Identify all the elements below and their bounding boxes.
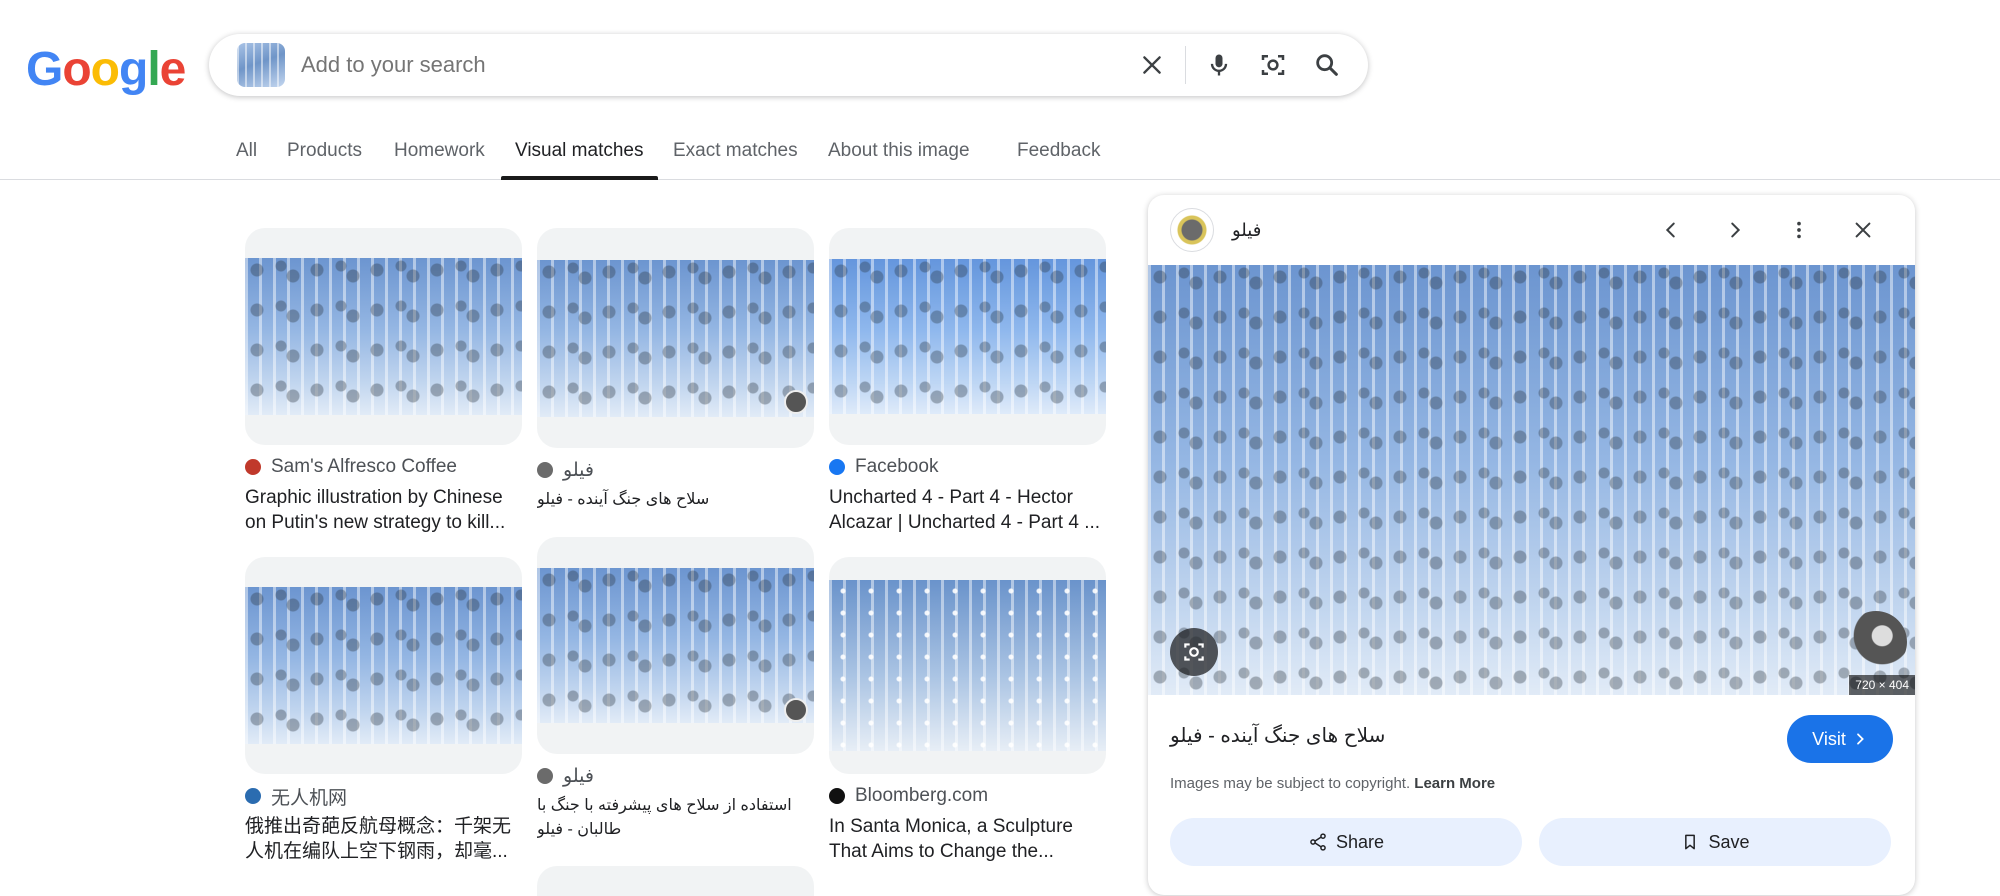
result-source-name: Sam's Alfresco Coffee xyxy=(271,456,457,477)
result-card[interactable]: 无人机网 俄推出奇葩反航母概念：千架无人机在编队上空下钢雨，却毫... xyxy=(245,557,522,864)
chevron-left-icon[interactable] xyxy=(1653,212,1689,248)
chevron-right-icon[interactable] xyxy=(1717,212,1753,248)
result-image[interactable] xyxy=(829,228,1106,445)
save-button[interactable]: Save xyxy=(1539,818,1891,866)
tab-about-this-image[interactable]: About this image xyxy=(828,140,970,180)
search-image-thumbnail[interactable] xyxy=(237,43,285,87)
favicon-icon xyxy=(245,788,261,804)
result-source[interactable]: 无人机网 xyxy=(245,784,522,809)
tab-visual-matches[interactable]: Visual matches xyxy=(501,140,657,180)
search-input[interactable] xyxy=(301,52,1125,78)
google-logo[interactable]: Google xyxy=(26,42,187,97)
result-title[interactable]: Uncharted 4 - Part 4 - Hector Alcazar | … xyxy=(829,485,1106,535)
source-badge-icon xyxy=(784,698,808,722)
result-card[interactable]: Facebook Uncharted 4 - Part 4 - Hector A… xyxy=(829,228,1106,535)
logo-letter: g xyxy=(119,43,148,96)
result-source-name: فیلو xyxy=(563,459,594,481)
result-image[interactable] xyxy=(537,537,814,754)
result-image[interactable] xyxy=(245,557,522,774)
favicon-icon xyxy=(245,459,261,475)
result-card[interactable]: Sam's Alfresco Coffee Graphic illustrati… xyxy=(245,228,522,535)
result-card-partial[interactable] xyxy=(537,866,814,896)
microphone-icon[interactable] xyxy=(1192,38,1246,92)
logo-letter: o xyxy=(62,43,91,96)
result-title[interactable]: 俄推出奇葩反航母概念：千架无人机在编队上空下钢雨，却毫... xyxy=(245,814,522,864)
copyright-text: Images may be subject to copyright. xyxy=(1170,775,1411,792)
result-source-name: Facebook xyxy=(855,456,939,477)
panel-title[interactable]: سلاح های جنگ آینده - فیلو xyxy=(1170,723,1730,748)
learn-more-link[interactable]: Learn More xyxy=(1414,775,1495,792)
result-title[interactable]: سلاح های جنگ آینده - فیلو xyxy=(537,488,814,512)
tab-feedback[interactable]: Feedback xyxy=(1017,140,1100,180)
logo-letter: e xyxy=(159,43,187,96)
result-source-name: Bloomberg.com xyxy=(855,785,989,806)
lens-search-icon[interactable] xyxy=(1170,628,1218,676)
result-source-name: 无人机网 xyxy=(271,787,348,809)
result-card[interactable]: فیلو استفاده از سلاح های پیشرفته با جنگ … xyxy=(537,537,814,842)
result-image[interactable] xyxy=(829,557,1106,774)
logo-letter: G xyxy=(26,43,63,96)
clear-icon[interactable] xyxy=(1125,38,1179,92)
result-source[interactable]: فیلو xyxy=(537,458,814,482)
result-title[interactable]: استفاده از سلاح های پیشرفته با جنگ با طا… xyxy=(537,794,814,842)
copyright-notice: Images may be subject to copyright. Lear… xyxy=(1170,775,1495,792)
bloomberg-icon xyxy=(829,788,845,804)
facebook-icon xyxy=(829,459,845,475)
result-source-name: فیلو xyxy=(563,765,594,787)
favicon-icon xyxy=(537,768,553,784)
close-icon[interactable] xyxy=(1845,212,1881,248)
search-divider xyxy=(1185,46,1186,84)
result-image[interactable] xyxy=(245,228,522,445)
logo-letter: o xyxy=(90,43,120,96)
camera-lens-icon[interactable] xyxy=(1246,38,1300,92)
visit-button[interactable]: Visit xyxy=(1787,715,1893,763)
result-source[interactable]: فیلو xyxy=(537,764,814,788)
panel-source-name[interactable]: فیلو xyxy=(1232,220,1261,241)
result-source[interactable]: Facebook xyxy=(829,455,1106,479)
image-dimensions: 720 × 404 xyxy=(1849,675,1915,695)
bookmark-icon xyxy=(1685,834,1696,850)
tab-exact-matches[interactable]: Exact matches xyxy=(673,140,798,180)
logo-letter: l xyxy=(147,43,160,96)
tab-homework[interactable]: Homework xyxy=(394,140,485,180)
tab-all[interactable]: All xyxy=(236,140,257,180)
more-vert-icon[interactable] xyxy=(1781,212,1817,248)
source-badge-icon xyxy=(784,390,808,414)
result-image[interactable] xyxy=(537,228,814,448)
visit-label: Visit xyxy=(1812,728,1846,749)
save-label: Save xyxy=(1708,831,1750,852)
tab-bar: All Products Homework Visual matches Exa… xyxy=(0,130,2000,180)
result-source[interactable]: Bloomberg.com xyxy=(829,784,1106,808)
result-card[interactable]: Bloomberg.com In Santa Monica, a Sculptu… xyxy=(829,557,1106,864)
favicon-icon xyxy=(537,462,553,478)
result-source[interactable]: Sam's Alfresco Coffee xyxy=(245,455,522,479)
result-title[interactable]: Graphic illustration by Chinese on Putin… xyxy=(245,485,522,535)
source-watermark-icon xyxy=(1845,611,1907,673)
result-title[interactable]: In Santa Monica, a Sculpture That Aims t… xyxy=(829,814,1106,864)
result-card[interactable]: فیلو سلاح های جنگ آینده - فیلو xyxy=(537,228,814,512)
panel-preview-image[interactable]: 720 × 404 xyxy=(1148,265,1915,695)
search-bar xyxy=(209,34,1368,96)
search-icon[interactable] xyxy=(1300,38,1354,92)
source-avatar[interactable] xyxy=(1170,208,1214,252)
tab-products[interactable]: Products xyxy=(287,140,362,180)
chevron-right-icon xyxy=(1856,733,1864,745)
share-icon xyxy=(1310,833,1326,851)
share-button[interactable]: Share xyxy=(1170,818,1522,866)
share-label: Share xyxy=(1335,831,1385,852)
image-detail-panel: فیلو 720 × 404 سلاح های جنگ آینده - فیلو… xyxy=(1148,195,1915,895)
